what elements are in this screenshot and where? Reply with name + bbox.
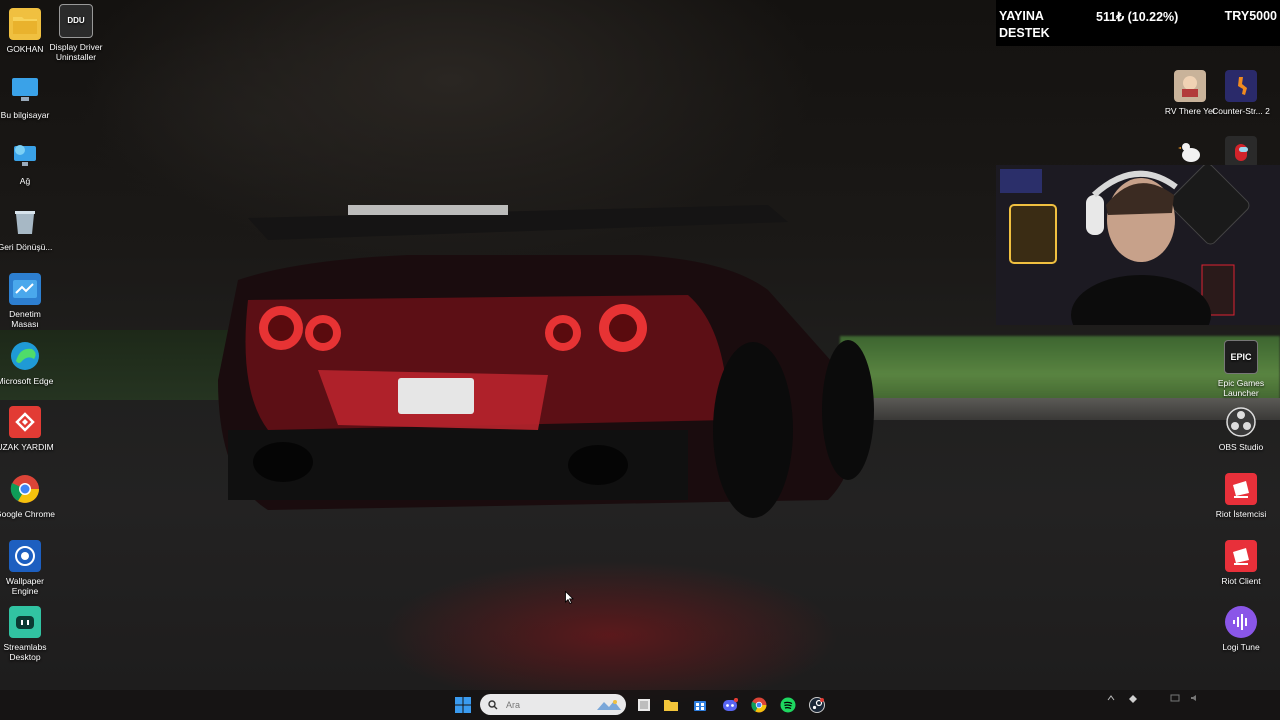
search-icon [488, 699, 498, 709]
tray-network-icon[interactable] [1170, 694, 1180, 704]
network-icon [9, 140, 41, 172]
search-placeholder: Ara [506, 699, 521, 710]
desktop-icon-label: Google Chrome [0, 509, 56, 519]
desktop-icon-logi-tune[interactable]: Logi Tune [1211, 606, 1271, 652]
wallpaper-engine-icon [9, 540, 41, 572]
desktop-icon-display-driver-uninstaller[interactable]: DDU Display Driver Uninstaller [46, 4, 106, 62]
desktop-icon-label: RV There Yet [1164, 106, 1216, 116]
donation-goal: TRY5000 [1224, 9, 1277, 23]
desktop-icon-label: UZAK YARDIM [0, 442, 54, 452]
wallpaper-car [218, 205, 874, 518]
desktop-icon-obs-studio[interactable]: OBS Studio [1211, 406, 1271, 452]
goose-game-icon [1174, 136, 1206, 168]
game-rv-icon [1174, 70, 1206, 102]
desktop-icon-label: OBS Studio [1218, 442, 1264, 452]
desktop-icon-google-chrome[interactable]: Google Chrome [0, 473, 55, 519]
folder-icon [664, 700, 678, 711]
tray-volume-icon[interactable] [1190, 694, 1200, 704]
windows-start-icon [455, 697, 471, 713]
webcam-feed [996, 165, 1280, 325]
desktop-icon-label: Riot Client [1221, 576, 1261, 586]
riot-icon [1225, 473, 1257, 505]
webcam-overlay [996, 165, 1280, 325]
anydesk-icon [9, 406, 41, 438]
taskbar-search-box[interactable]: Ara [480, 694, 626, 715]
desktop-icon-label: Logi Tune [1222, 642, 1260, 652]
donation-goal-widget: YAYINA DESTEK 511₺ (10.22%) TRY5000 [996, 0, 1280, 46]
desktop-icon-label: Denetim Masası [9, 309, 41, 329]
desktop-icon-label: Ağ [19, 176, 31, 186]
chrome-icon [751, 697, 767, 713]
control-panel-icon [9, 273, 41, 305]
edge-icon [9, 340, 41, 372]
obs-icon [1225, 406, 1257, 438]
counter-strike-icon [1225, 70, 1257, 102]
desktop-icon-wallpaper-engine[interactable]: Wallpaper Engine [0, 540, 55, 596]
chrome-icon [9, 473, 41, 505]
taskbar-folder[interactable] [661, 695, 681, 715]
desktop-icon-label: Counter-Str... 2 [1212, 106, 1270, 116]
spotify-icon [780, 697, 796, 713]
desktop-icon-label: Riot İstemcisi [1215, 509, 1267, 519]
taskbar-store[interactable] [690, 695, 710, 715]
desktop-icon-epic-games-launcher[interactable]: EPIC Epic Games Launcher [1211, 340, 1271, 398]
donation-amount: 511₺ (10.22%) [1096, 10, 1179, 24]
desktop-icon-riot-client[interactable]: Riot Client [1211, 540, 1271, 586]
file-explorer-icon [638, 699, 650, 711]
among-us-icon [1225, 136, 1257, 168]
taskbar-file-explorer[interactable] [634, 695, 654, 715]
wallpaper-road-glow [380, 560, 840, 710]
steam-icon [809, 697, 825, 713]
desktop-icon-uzak-yardim[interactable]: UZAK YARDIM [0, 406, 55, 452]
desktop-icon-bu-bilgisayar[interactable]: Bu bilgisayar [0, 74, 55, 120]
folder-icon [9, 8, 41, 40]
taskbar-steam[interactable] [807, 695, 827, 715]
desktop-wallpaper [0, 0, 1280, 720]
donation-label-line1: YAYINA [999, 9, 1044, 23]
desktop-icon-microsoft-edge[interactable]: Microsoft Edge [0, 340, 55, 386]
desktop-icon-label: Display Driver Uninstaller [49, 42, 103, 62]
monitor-icon [9, 74, 41, 106]
start-button[interactable] [453, 695, 473, 715]
logi-tune-icon [1225, 606, 1257, 638]
taskbar-discord[interactable] [720, 695, 740, 715]
desktop-icon-ag[interactable]: Ağ [0, 140, 55, 186]
desktop-icon-streamlabs-desktop[interactable]: Streamlabs Desktop [0, 606, 55, 662]
desktop-icon-geri-donusum[interactable]: Geri Dönüşü... [0, 206, 55, 252]
riot-icon [1225, 540, 1257, 572]
store-icon [694, 701, 706, 711]
discord-icon [723, 698, 738, 711]
desktop-icon-label: GOKHAN [6, 44, 44, 54]
mouse-cursor-icon [565, 591, 574, 604]
desktop-icon-riot-istemcisi[interactable]: Riot İstemcisi [1211, 473, 1271, 519]
epic-games-icon: EPIC [1224, 340, 1258, 374]
desktop-icon-label: Epic Games Launcher [1217, 378, 1265, 398]
tray-chevron-up-icon[interactable] [1107, 694, 1115, 704]
tray-app-icon[interactable] [1128, 694, 1138, 706]
desktop-icon-denetim-masasi[interactable]: Denetim Masası [0, 273, 55, 329]
desktop-icon-label: Wallpaper Engine [6, 576, 44, 596]
desktop-icon-label: Geri Dönüşü... [0, 242, 53, 252]
donation-label-line2: DESTEK [999, 26, 1050, 40]
streamlabs-icon [9, 606, 41, 638]
search-highlight-icon [597, 699, 621, 710]
desktop-icon-label: Microsoft Edge [0, 376, 54, 386]
desktop-icon-label: Streamlabs Desktop [3, 642, 47, 662]
recycle-bin-icon [9, 206, 41, 238]
taskbar-spotify[interactable] [778, 695, 798, 715]
taskbar-chrome[interactable] [749, 695, 769, 715]
ddu-icon: DDU [59, 4, 93, 38]
desktop-icon-counter-strike-2[interactable]: Counter-Str... 2 [1211, 70, 1271, 116]
desktop-icon-label: Bu bilgisayar [0, 110, 50, 120]
